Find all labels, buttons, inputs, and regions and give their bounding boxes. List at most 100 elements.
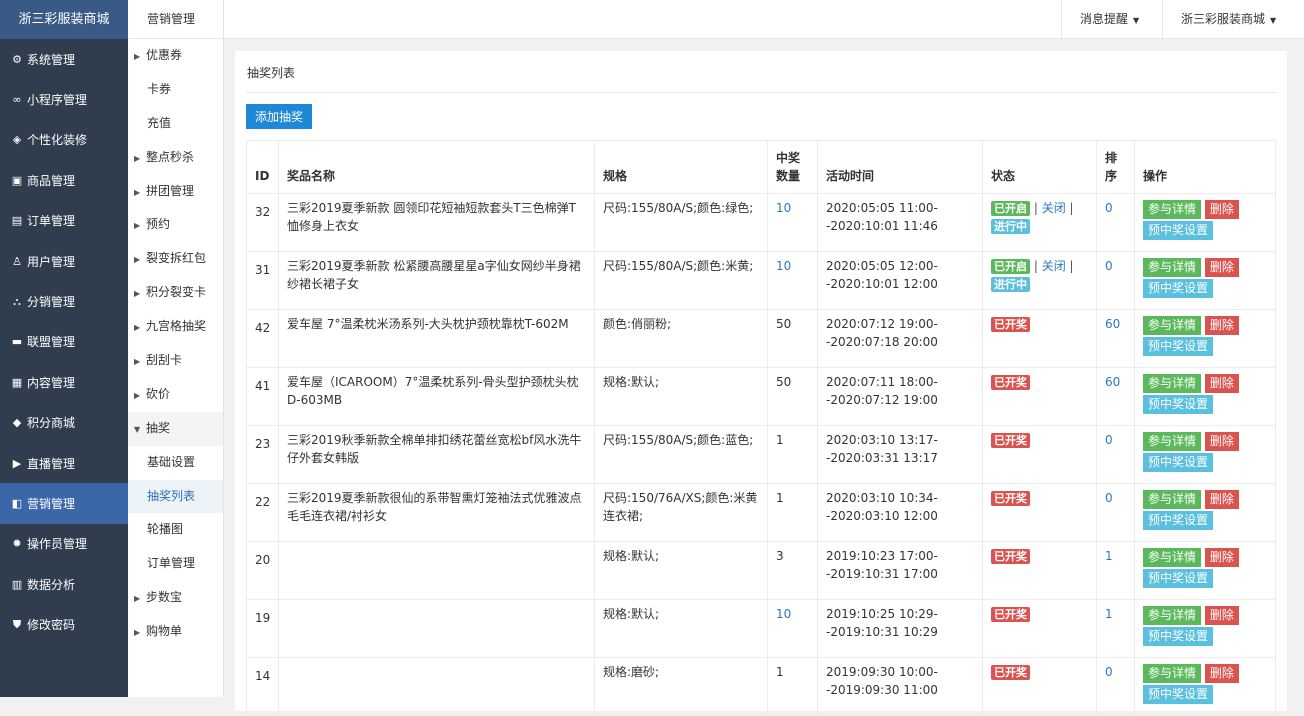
sort-value[interactable]: 60 — [1105, 317, 1120, 331]
delete-button[interactable]: 删除 — [1204, 548, 1239, 567]
shield-icon: ⛊ — [12, 617, 22, 631]
close-link[interactable]: 关闭 — [1042, 259, 1066, 273]
sort-value[interactable]: 0 — [1105, 433, 1113, 447]
preset-button[interactable]: 预中奖设置 — [1143, 221, 1214, 240]
sidebar-item-label: 分销管理 — [27, 295, 76, 310]
sidebar-item[interactable]: ▶ 直播管理 — [0, 443, 128, 483]
cell-status: 已开奖 — [982, 599, 1097, 658]
detail-button[interactable]: 参与详情 — [1143, 490, 1202, 509]
subnav-item[interactable]: 抽奖列表 — [128, 479, 223, 514]
subnav-item[interactable]: ▶ 优惠券 — [128, 39, 223, 73]
delete-button[interactable]: 删除 — [1204, 374, 1239, 393]
cell-id: 14 — [246, 657, 279, 716]
subnav-item[interactable]: 轮播图 — [128, 513, 223, 547]
detail-button[interactable]: 参与详情 — [1143, 548, 1202, 567]
sort-value[interactable]: 60 — [1105, 375, 1120, 389]
preset-button[interactable]: 预中奖设置 — [1143, 627, 1214, 646]
sort-value[interactable]: 0 — [1105, 665, 1113, 679]
subnav-item-label: 抽奖列表 — [147, 488, 196, 503]
subnav-item[interactable]: 卡券 — [128, 73, 223, 107]
preset-button[interactable]: 预中奖设置 — [1143, 337, 1214, 356]
play-icon: ▶ — [12, 456, 22, 470]
subnav-item[interactable]: 基础设置 — [128, 446, 223, 480]
store-dropdown[interactable]: 浙三彩服装商城 ▼ — [1162, 0, 1304, 39]
sidebar-item[interactable]: ▥ 数据分析 — [0, 564, 128, 604]
cell-spec: 规格:默认; — [594, 599, 768, 658]
delete-button[interactable]: 删除 — [1204, 258, 1239, 277]
delete-button[interactable]: 删除 — [1204, 316, 1239, 335]
subnav-item[interactable]: ▶ 整点秒杀 — [128, 141, 223, 175]
subnav-item[interactable]: ▶ 九宫格抽奖 — [128, 310, 223, 344]
sidebar-item[interactable]: ∞ 小程序管理 — [0, 79, 128, 119]
caret-right-icon: ▶ — [134, 289, 141, 299]
subnav-item[interactable]: ▶ 砍价 — [128, 378, 223, 412]
detail-button[interactable]: 参与详情 — [1143, 316, 1202, 335]
sidebar-item[interactable]: ⚙ 系统管理 — [0, 39, 128, 79]
table-row: 20 规格:默认; 3 2019:10:23 17:00- -2019:10:31 17… — [246, 541, 1276, 600]
detail-button[interactable]: 参与详情 — [1143, 200, 1202, 219]
sidebar-item[interactable]: ♙ 用户管理 — [0, 241, 128, 281]
subnav-item[interactable]: ▶ 购物单 — [128, 615, 223, 649]
sidebar-item-label: 订单管理 — [27, 214, 76, 229]
time-end: -2019:09:30 11:00 — [826, 683, 938, 697]
cell-status: 已开启 | 关闭 | 进行中 — [982, 193, 1097, 252]
cell-id: 19 — [246, 599, 279, 658]
detail-button[interactable]: 参与详情 — [1143, 258, 1202, 277]
subnav-item[interactable]: ▶ 拼团管理 — [128, 175, 223, 209]
subnav-item[interactable]: ▶ 预约 — [128, 208, 223, 242]
subnav-item[interactable]: ▶ 裂变拆红包 — [128, 242, 223, 276]
preset-button[interactable]: 预中奖设置 — [1143, 453, 1214, 472]
detail-button[interactable]: 参与详情 — [1143, 606, 1202, 625]
delete-button[interactable]: 删除 — [1204, 606, 1239, 625]
sidebar-item[interactable]: ◆ 积分商城 — [0, 403, 128, 443]
sidebar-item[interactable]: ▤ 订单管理 — [0, 201, 128, 241]
subnav-item[interactable]: ▶ 步数宝 — [128, 581, 223, 615]
delete-button[interactable]: 删除 — [1204, 664, 1239, 683]
preset-button[interactable]: 预中奖设置 — [1143, 569, 1214, 588]
subnav-item[interactable]: 订单管理 — [128, 547, 223, 581]
sidebar-item[interactable]: ⛊ 修改密码 — [0, 604, 128, 644]
count-value[interactable]: 10 — [776, 607, 791, 621]
sort-value[interactable]: 0 — [1105, 491, 1113, 505]
sidebar-item[interactable]: ◈ 个性化装修 — [0, 120, 128, 160]
detail-button[interactable]: 参与详情 — [1143, 374, 1202, 393]
subnav-item-label: 充值 — [147, 115, 172, 130]
caret-right-icon: ▶ — [134, 357, 141, 367]
preset-button[interactable]: 预中奖设置 — [1143, 511, 1214, 530]
notice-dropdown[interactable]: 消息提醒 ▼ — [1061, 0, 1162, 39]
status-drawn-badge: 已开奖 — [991, 317, 1030, 332]
subnav-item[interactable]: ▶ 积分裂变卡 — [128, 276, 223, 310]
sidebar-item[interactable]: ▦ 内容管理 — [0, 362, 128, 402]
sort-value[interactable]: 1 — [1105, 549, 1113, 563]
sidebar-item[interactable]: ▣ 商品管理 — [0, 160, 128, 200]
caret-right-icon: ▶ — [134, 255, 141, 265]
cell-time: 2019:09:30 10:00- -2019:09:30 11:00 — [817, 657, 983, 716]
preset-button[interactable]: 预中奖设置 — [1143, 395, 1214, 414]
count-value[interactable]: 10 — [776, 259, 791, 273]
sidebar-item[interactable]: ▬ 联盟管理 — [0, 322, 128, 362]
preset-button[interactable]: 预中奖设置 — [1143, 685, 1214, 704]
subnav-item[interactable]: ▼ 抽奖 — [128, 411, 223, 446]
add-lottery-button[interactable]: 添加抽奖 — [246, 104, 312, 129]
subnav-item[interactable]: 充值 — [128, 107, 223, 141]
cell-time: 2020:07:11 18:00- -2020:07:12 19:00 — [817, 367, 983, 426]
detail-button[interactable]: 参与详情 — [1143, 432, 1202, 451]
count-value[interactable]: 10 — [776, 201, 791, 215]
sort-value[interactable]: 0 — [1105, 259, 1113, 273]
delete-button[interactable]: 删除 — [1204, 432, 1239, 451]
separator: | — [1033, 259, 1038, 273]
delete-button[interactable]: 删除 — [1204, 490, 1239, 509]
detail-button[interactable]: 参与详情 — [1143, 664, 1202, 683]
delete-button[interactable]: 删除 — [1204, 200, 1239, 219]
sidebar-item[interactable]: ✹ 操作员管理 — [0, 524, 128, 564]
preset-button[interactable]: 预中奖设置 — [1143, 279, 1214, 298]
subnav-item[interactable]: ▶ 刮刮卡 — [128, 344, 223, 378]
col-sort: 排序 — [1096, 140, 1135, 194]
sort-value[interactable]: 0 — [1105, 201, 1113, 215]
sidebar-item[interactable]: ◧ 营销管理 — [0, 483, 128, 524]
sort-value[interactable]: 1 — [1105, 607, 1113, 621]
sidebar-item[interactable]: ⛬ 分销管理 — [0, 281, 128, 321]
cell-count: 10 — [767, 193, 818, 252]
cell-time: 2019:10:25 10:29- -2019:10:31 10:29 — [817, 599, 983, 658]
close-link[interactable]: 关闭 — [1042, 201, 1066, 215]
